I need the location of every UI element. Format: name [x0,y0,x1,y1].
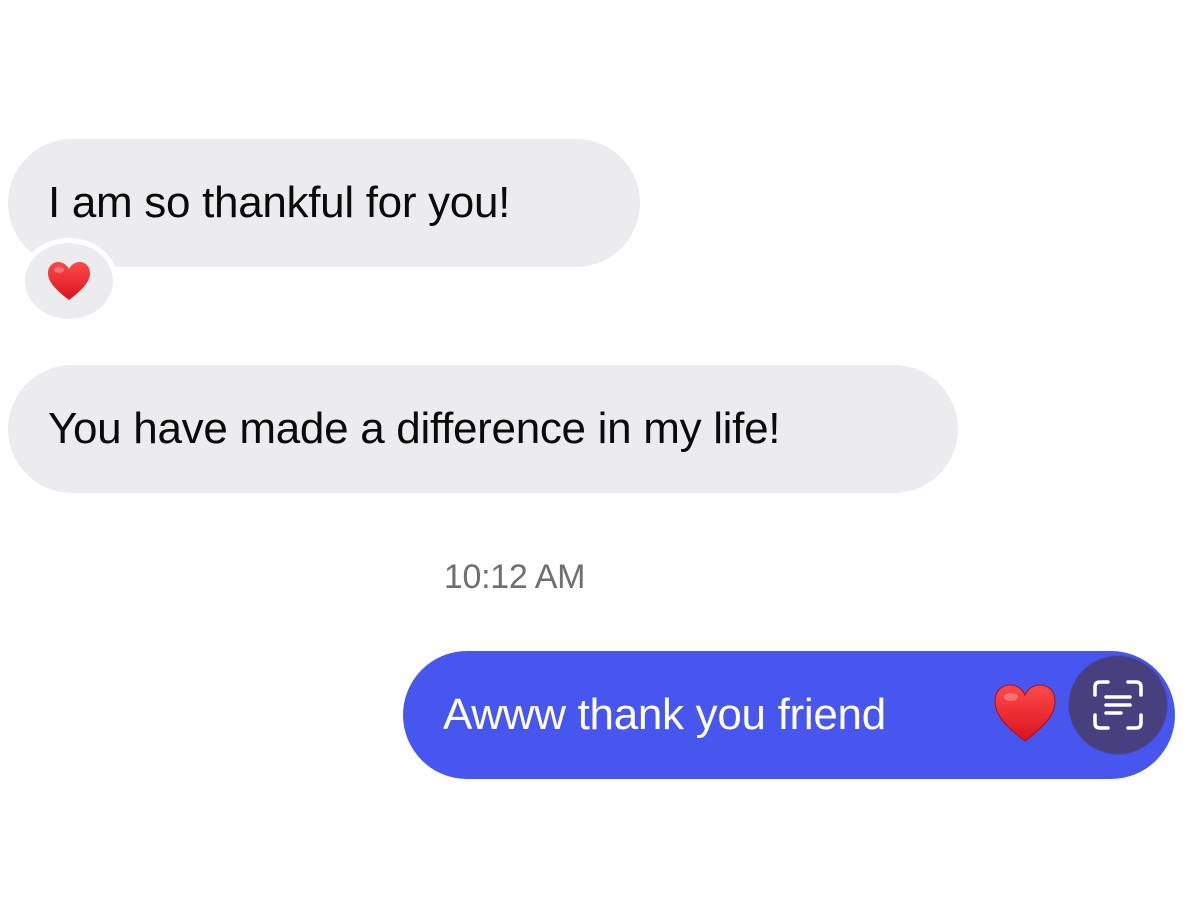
live-text-button[interactable] [1069,656,1167,754]
message-bubble-received[interactable]: I am so thankful for you! [8,139,640,267]
text-scan-icon [1093,680,1143,730]
heart-reaction-badge[interactable] [20,238,118,324]
message-bubble-received[interactable]: You have made a difference in my life! [8,365,958,493]
heart-emoji-icon [994,684,1056,742]
message-text: You have made a difference in my life! [48,404,781,453]
message-text: I am so thankful for you! [48,178,511,227]
message-bubble-sent[interactable]: Awww thank you friend [403,651,1175,779]
heart-icon [48,262,90,300]
conversation-view: I am so thankful for you! You have made … [0,0,1200,912]
message-text: Awww thank you friend [443,690,886,739]
message-timestamp: 10:12 AM [443,558,586,596]
